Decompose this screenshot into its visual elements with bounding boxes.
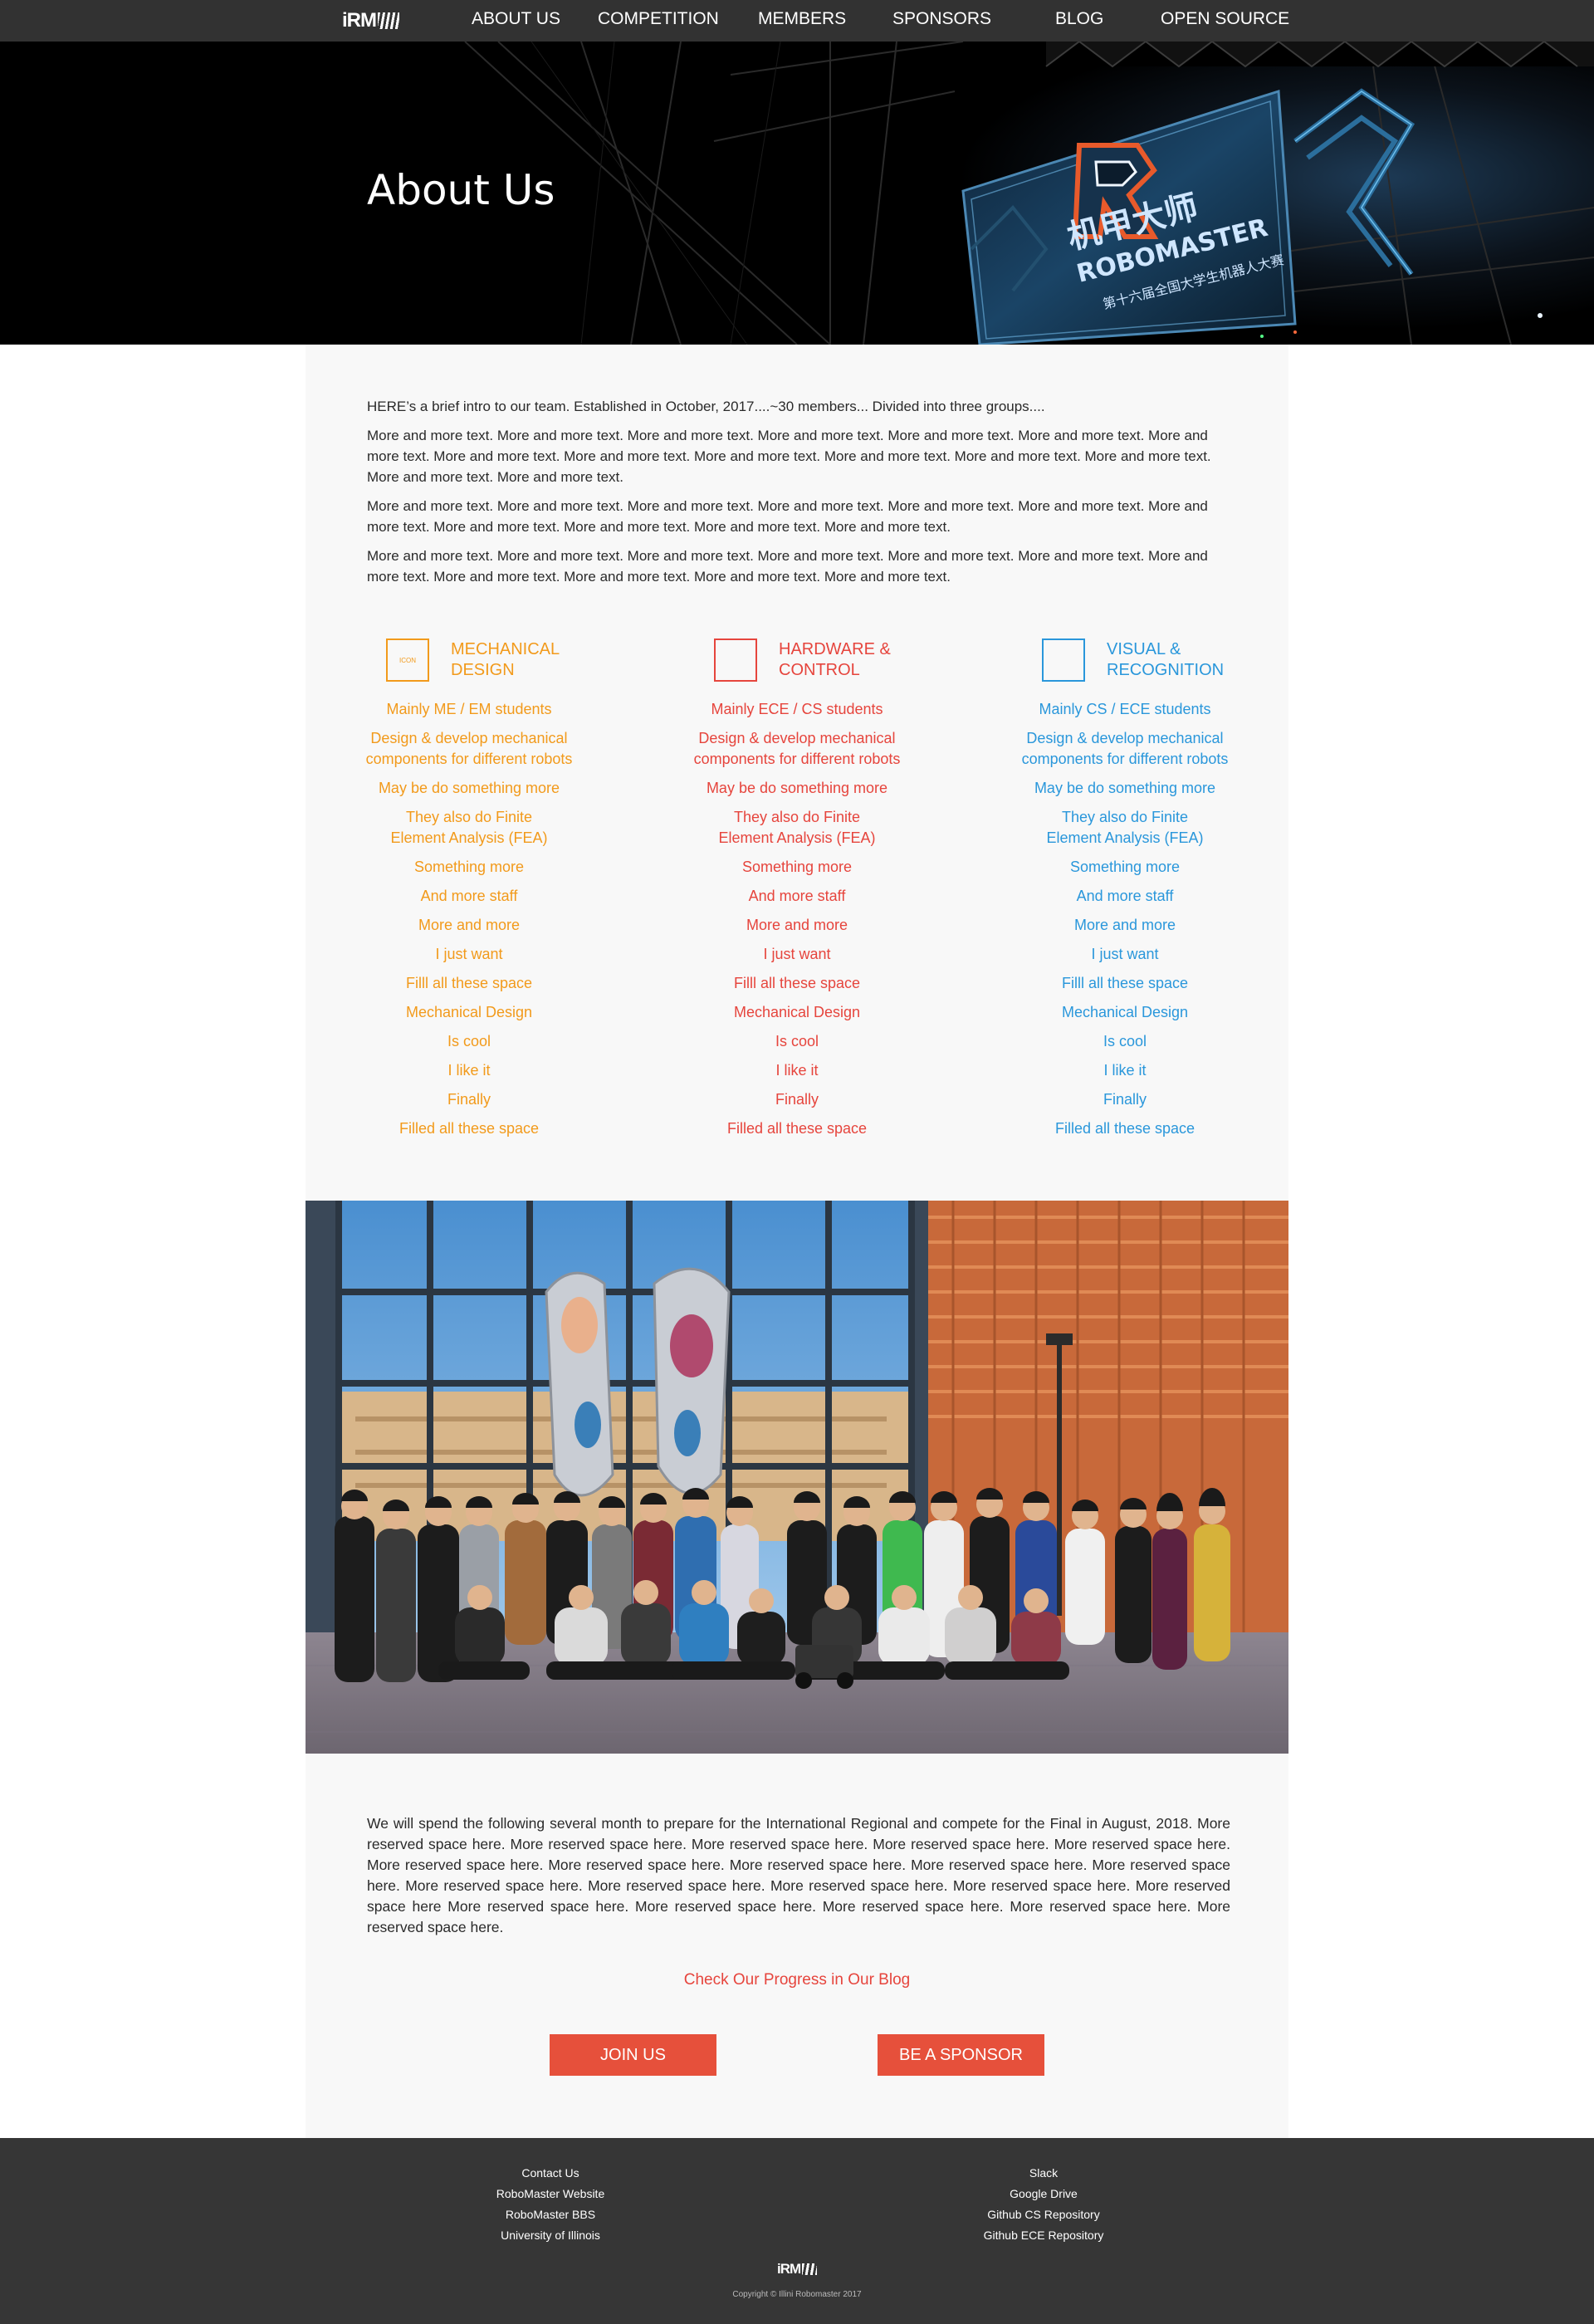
list-item: Finally <box>1103 1091 1147 1108</box>
group-title: MECHANICAL DESIGN <box>451 639 560 681</box>
list-item: And more staff <box>420 888 518 904</box>
team-photo-illustration <box>306 1201 1288 1754</box>
list-item: Filled all these space <box>1054 1120 1196 1137</box>
hardware-control-icon <box>714 638 757 682</box>
intro-paragraph: More and more text. More and more text. … <box>367 548 1208 585</box>
footer-links-right: Slack Google Drive Github CS Repository … <box>936 2163 1151 2246</box>
group-title-line: DESIGN <box>451 661 515 679</box>
nav-sponsors[interactable]: SPONSORS <box>892 0 991 42</box>
footer-link-github-ece[interactable]: Github ECE Repository <box>936 2225 1151 2246</box>
list-item: And more staff <box>1076 888 1174 904</box>
intro-section: HERE’s a brief intro to our team. Establ… <box>367 396 1230 595</box>
list-item: Is cool <box>1103 1033 1147 1049</box>
list-item: They also do Finite Element Analysis (FEA… <box>718 809 876 846</box>
intro-paragraph: More and more text. More and more text. … <box>367 428 1211 485</box>
logo-stripes-icon <box>378 12 399 29</box>
list-item: Mainly CS / ECE students <box>1039 701 1211 717</box>
list-item: May be do something more <box>706 780 888 796</box>
list-item: Is cool <box>447 1033 491 1049</box>
list-item: Design & develop mechanical components fo… <box>693 730 901 767</box>
list-item: Mainly ME / EM students <box>386 701 552 717</box>
list-item: More and more <box>1073 917 1176 933</box>
list-item: Finally <box>447 1091 491 1108</box>
group-title-line: MECHANICAL <box>451 640 560 658</box>
list-item: I like it <box>447 1062 491 1079</box>
group-title: HARDWARE & CONTROL <box>779 639 891 681</box>
list-item: Something more <box>741 859 853 875</box>
arena-stage-graphic: ROBOMASTER 机甲大师 第十六届全国大学生机器人大赛 <box>0 42 1594 345</box>
blog-link[interactable]: Check Our Progress in Our Blog <box>306 1971 1288 1989</box>
footer-link-robomaster-website[interactable]: RoboMaster Website <box>443 2184 658 2204</box>
logo-stripes-icon <box>802 2263 818 2275</box>
nav-about-us[interactable]: ABOUT US <box>472 0 560 42</box>
list-item: Finally <box>775 1091 819 1108</box>
group-title: VISUAL & RECOGNITION <box>1107 639 1224 681</box>
list-item: May be do something more <box>1034 780 1216 796</box>
group-mechanical-design: ICON MECHANICAL DESIGN Mainly ME / EM st… <box>332 638 606 1147</box>
list-item: Mechanical Design <box>733 1004 861 1020</box>
group-hardware-control: HARDWARE & CONTROL Mainly ECE / CS stude… <box>660 638 934 1147</box>
nav-competition[interactable]: COMPETITION <box>598 0 719 42</box>
join-us-button[interactable]: JOIN US <box>550 2034 716 2076</box>
site-logo[interactable]: iRM <box>342 8 399 33</box>
list-item: I just want <box>1091 946 1159 962</box>
top-navbar: iRM ABOUT US COMPETITION MEMBERS SPONSOR… <box>0 0 1594 42</box>
footer-link-github-cs[interactable]: Github CS Repository <box>936 2204 1151 2225</box>
footer-logo-text: iRM <box>777 2261 801 2277</box>
list-item: Filled all these space <box>726 1120 868 1137</box>
list-item: Mainly ECE / CS students <box>711 701 883 717</box>
nav-open-source[interactable]: OPEN SOURCE <box>1161 0 1289 42</box>
list-item: And more staff <box>748 888 846 904</box>
group-title-line: VISUAL & <box>1107 640 1181 658</box>
outro-paragraph: We will spend the following several mont… <box>367 1815 1230 1935</box>
footer-link-contact[interactable]: Contact Us <box>443 2163 658 2184</box>
list-item: More and more <box>418 917 521 933</box>
mechanical-design-icon: ICON <box>386 638 429 682</box>
hero-banner: ROBOMASTER 机甲大师 第十六届全国大学生机器人大赛 About Us <box>0 42 1594 345</box>
footer-links-left: Contact Us RoboMaster Website RoboMaster… <box>443 2163 658 2246</box>
list-item: Filll all these space <box>733 975 861 991</box>
intro-paragraph: More and more text. More and more text. … <box>367 498 1208 535</box>
page-title: About Us <box>367 166 555 214</box>
group-item-list: Mainly ECE / CS students Design & develo… <box>660 699 934 1139</box>
list-item: Something more <box>413 859 525 875</box>
nav-blog[interactable]: BLOG <box>1055 0 1103 42</box>
group-title-line: RECOGNITION <box>1107 661 1225 679</box>
list-item: Mechanical Design <box>405 1004 533 1020</box>
copyright-text: Copyright © Illini Robomaster 2017 <box>732 2290 862 2299</box>
team-photo <box>306 1201 1288 1754</box>
list-item: Design & develop mechanical components fo… <box>365 730 573 767</box>
list-item: Design & develop mechanical components fo… <box>1021 730 1229 767</box>
list-item: Mechanical Design <box>1061 1004 1189 1020</box>
group-visual-recognition: VISUAL & RECOGNITION Mainly CS / ECE stu… <box>988 638 1262 1147</box>
group-item-list: Mainly ME / EM students Design & develop… <box>332 699 606 1139</box>
list-item: They also do Finite Element Analysis (FEA… <box>1046 809 1204 846</box>
footer-link-google-drive[interactable]: Google Drive <box>936 2184 1151 2204</box>
list-item: They also do Finite Element Analysis (FEA… <box>390 809 548 846</box>
list-item: I just want <box>435 946 503 962</box>
list-item: May be do something more <box>378 780 560 796</box>
list-item: Filll all these space <box>1061 975 1189 991</box>
be-a-sponsor-button[interactable]: BE A SPONSOR <box>878 2034 1044 2076</box>
list-item: More and more <box>746 917 848 933</box>
list-item: I like it <box>775 1062 819 1079</box>
footer-logo[interactable]: iRM <box>777 2261 818 2278</box>
logo-text: iRM <box>342 9 377 32</box>
footer-link-robomaster-bbs[interactable]: RoboMaster BBS <box>443 2204 658 2225</box>
footer-link-slack[interactable]: Slack <box>936 2163 1151 2184</box>
visual-recognition-icon <box>1042 638 1085 682</box>
footer: Contact Us RoboMaster Website RoboMaster… <box>0 2138 1594 2324</box>
list-item: Something more <box>1069 859 1181 875</box>
footer-link-university[interactable]: University of Illinois <box>443 2225 658 2246</box>
list-item: I like it <box>1103 1062 1147 1079</box>
list-item: I just want <box>763 946 831 962</box>
nav-members[interactable]: MEMBERS <box>758 0 846 42</box>
intro-lead: HERE’s a brief intro to our team. Establ… <box>367 399 1045 414</box>
list-item: Filll all these space <box>405 975 533 991</box>
group-title-line: HARDWARE & <box>779 640 891 658</box>
list-item: Filled all these space <box>398 1120 540 1137</box>
list-item: Is cool <box>775 1033 819 1049</box>
group-item-list: Mainly CS / ECE students Design & develo… <box>988 699 1262 1139</box>
group-title-line: CONTROL <box>779 661 860 679</box>
